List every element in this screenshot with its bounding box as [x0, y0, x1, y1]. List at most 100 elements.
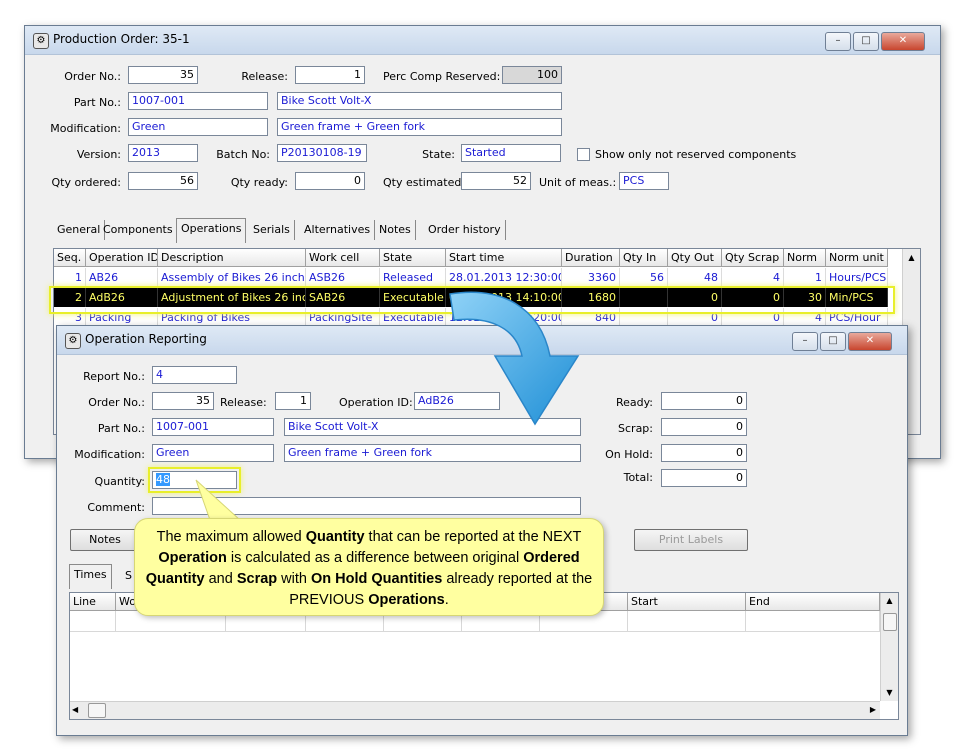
tab-general[interactable]: General [53, 220, 106, 240]
table-cell: AB26 [86, 268, 158, 287]
unit-of-measure-field[interactable]: PCS [619, 172, 669, 190]
table-cell: 0 [668, 288, 722, 307]
scroll-thumb[interactable] [88, 703, 106, 718]
scroll-thumb[interactable] [883, 613, 897, 631]
order-no-label: Order No.: [88, 396, 145, 409]
title-bar[interactable]: ⚙ Production Order: 35-1 – □ ✕ [25, 26, 940, 55]
modification-desc-field[interactable]: Green frame + Green fork [277, 118, 562, 136]
table-cell[interactable] [70, 611, 116, 631]
callout-pointer [195, 479, 242, 521]
version-label: Version: [76, 148, 121, 161]
table-cell: 30 [784, 288, 826, 307]
column-header[interactable]: Qty Scrap [722, 249, 784, 267]
batch-no-field[interactable]: P20130108-19 [277, 144, 367, 162]
show-only-checkbox[interactable] [577, 148, 590, 161]
order-no-field[interactable]: 35 [152, 392, 214, 410]
table-cell[interactable] [746, 611, 880, 631]
scroll-left-icon[interactable]: ◀ [72, 702, 78, 718]
scroll-up-icon[interactable]: ▲ [903, 249, 920, 267]
order-no-field[interactable]: 35 [128, 66, 198, 84]
tab-components[interactable]: Components [99, 220, 178, 240]
table-cell: Assembly of Bikes 26 inch [158, 268, 306, 287]
times-vertical-scrollbar[interactable]: ▲ ▼ [880, 593, 898, 701]
column-header[interactable]: Operation ID [86, 249, 158, 267]
column-header[interactable]: Start time [446, 249, 562, 267]
column-header[interactable]: Norm unit [826, 249, 888, 267]
show-only-label: Show only not reserved components [595, 148, 797, 161]
tab-alternatives[interactable]: Alternatives [300, 220, 376, 240]
modification-label: Modification: [50, 122, 121, 135]
qty-ordered-field[interactable]: 56 [128, 172, 198, 190]
on-hold-label: On Hold: [605, 448, 653, 461]
tab-operations[interactable]: Operations [176, 218, 247, 243]
minimize-icon[interactable]: – [825, 32, 851, 51]
table-cell: ASB26 [306, 268, 380, 287]
column-header[interactable]: Duration [562, 249, 620, 267]
scroll-up-icon[interactable]: ▲ [881, 593, 898, 609]
window-gear-icon: ⚙ [33, 33, 49, 49]
column-header[interactable]: End [746, 593, 880, 611]
column-header[interactable]: Qty In [620, 249, 668, 267]
notes-button[interactable]: Notes [70, 529, 140, 551]
release-label: Release: [220, 396, 267, 409]
unit-of-measure-label: Unit of meas.: [539, 176, 617, 189]
column-header[interactable]: Description [158, 249, 306, 267]
print-labels-button[interactable]: Print Labels [634, 529, 748, 551]
operation-id-label: Operation ID: [339, 396, 413, 409]
table-cell: Executable [380, 288, 446, 307]
table-cell: Hours/PCS [826, 268, 888, 287]
table-cell: Min/PCS [826, 288, 888, 307]
scrap-field[interactable]: 0 [661, 418, 747, 436]
order-no-label: Order No.: [64, 70, 121, 83]
part-desc-field[interactable]: Bike Scott Volt-X [277, 92, 562, 110]
scroll-right-icon[interactable]: ▶ [870, 702, 876, 718]
version-field[interactable]: 2013 [128, 144, 198, 162]
table-cell: 1 [54, 268, 86, 287]
perc-comp-field: 100 [502, 66, 562, 84]
tab-notes[interactable]: Notes [375, 220, 416, 240]
window-title: Production Order: 35-1 [53, 32, 190, 46]
table-cell: 56 [620, 268, 668, 287]
column-header[interactable]: Start [628, 593, 746, 611]
state-field[interactable]: Started [461, 144, 561, 162]
times-horizontal-scrollbar[interactable]: ◀ ▶ [70, 701, 880, 719]
table-cell: 4 [722, 268, 784, 287]
tab-times[interactable]: Times [69, 564, 112, 589]
qty-ready-field[interactable]: 0 [295, 172, 365, 190]
column-header[interactable]: Work cell [306, 249, 380, 267]
table-cell: 28.01.2013 12:30:00 [446, 268, 562, 287]
minimize-icon[interactable]: – [792, 332, 818, 351]
window-gear-icon: ⚙ [65, 333, 81, 349]
part-no-field[interactable]: 1007-001 [128, 92, 268, 110]
quantity-label: Quantity: [94, 475, 145, 488]
scroll-down-icon[interactable]: ▼ [881, 685, 898, 701]
table-cell[interactable] [628, 611, 746, 631]
close-icon[interactable]: ✕ [848, 332, 892, 351]
modification-field[interactable]: Green [128, 118, 268, 136]
column-header[interactable]: State [380, 249, 446, 267]
table-cell: Adjustment of Bikes 26 inch [158, 288, 306, 307]
part-no-label: Part No.: [73, 96, 121, 109]
maximize-icon[interactable]: □ [853, 32, 879, 51]
part-no-field[interactable]: 1007-001 [152, 418, 274, 436]
tab-serials[interactable]: Serials [249, 220, 295, 240]
column-header[interactable]: Qty Out [668, 249, 722, 267]
column-header[interactable]: Line [70, 593, 116, 611]
table-cell: SAB26 [306, 288, 380, 307]
release-field[interactable]: 1 [295, 66, 365, 84]
part-no-label: Part No.: [97, 422, 145, 435]
modification-field[interactable]: Green [152, 444, 274, 462]
explanation-callout: The maximum allowed Quantity that can be… [134, 518, 604, 616]
qty-estimated-field[interactable]: 52 [461, 172, 531, 190]
tab-order-history[interactable]: Order history [424, 220, 506, 240]
report-no-field[interactable]: 4 [152, 366, 237, 384]
modification-desc-field[interactable]: Green frame + Green fork [284, 444, 581, 462]
on-hold-field[interactable]: 0 [661, 444, 747, 462]
close-icon[interactable]: ✕ [881, 32, 925, 51]
column-header[interactable]: Seq. [54, 249, 86, 267]
table-cell [620, 288, 668, 307]
column-header[interactable]: Norm [784, 249, 826, 267]
ready-field[interactable]: 0 [661, 392, 747, 410]
maximize-icon[interactable]: □ [820, 332, 846, 351]
release-field[interactable]: 1 [275, 392, 311, 410]
